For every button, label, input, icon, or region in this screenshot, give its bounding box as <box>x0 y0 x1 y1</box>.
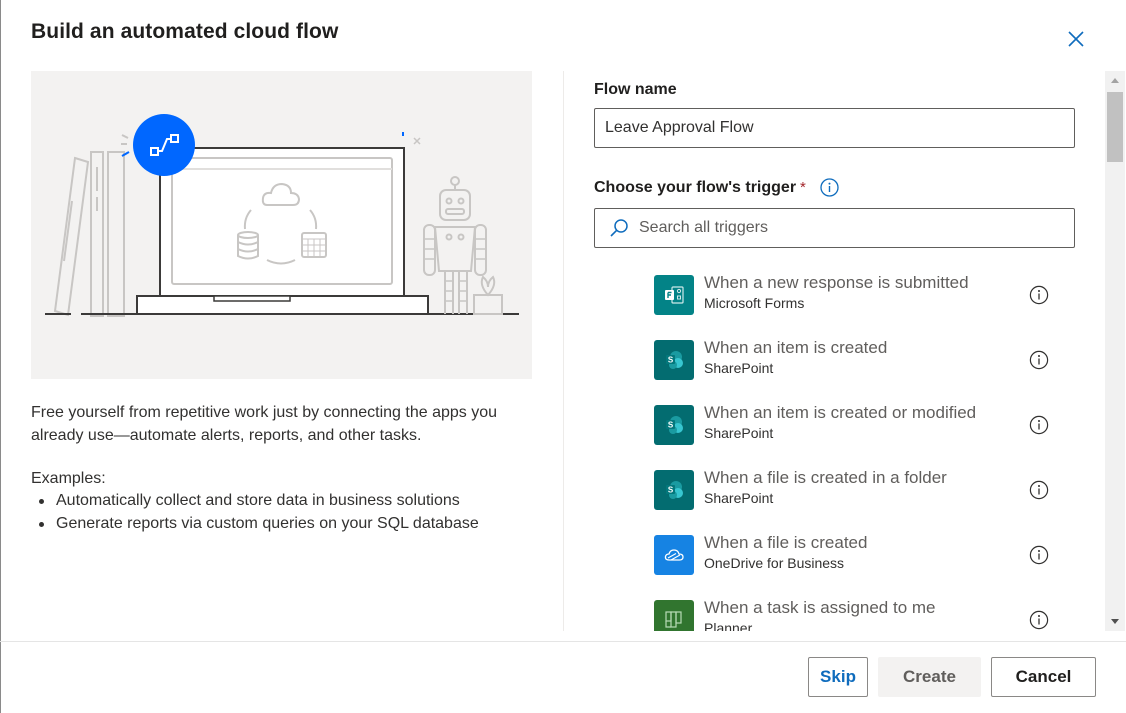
trigger-list: When a new response is submitted Microso… <box>654 269 1064 631</box>
footer-divider <box>0 641 1126 642</box>
trigger-connector: SharePoint <box>704 360 774 376</box>
trigger-info-button[interactable] <box>1029 285 1049 305</box>
create-button[interactable]: Create <box>878 657 981 697</box>
flow-name-label: Flow name <box>594 81 677 98</box>
trigger-info-button[interactable] <box>1029 610 1049 630</box>
close-button[interactable] <box>1062 26 1090 52</box>
trigger-info-button[interactable] <box>1029 415 1049 435</box>
sharepoint-icon: S <box>654 340 694 380</box>
description-text: Free yourself from repetitive work just … <box>31 404 497 444</box>
example-item: Generate reports via custom queries on y… <box>31 512 479 535</box>
trigger-connector: Planner <box>704 620 753 631</box>
trigger-search-box[interactable] <box>594 208 1075 248</box>
scroll-thumb[interactable] <box>1107 92 1123 162</box>
books-illustration <box>53 151 125 317</box>
planner-icon <box>654 600 694 631</box>
trigger-connector: SharePoint <box>704 425 774 441</box>
trigger-info-button[interactable] <box>1029 545 1049 565</box>
trigger-item[interactable]: When a file is created OneDrive for Busi… <box>654 529 1064 594</box>
trigger-label-text: Choose your flow's trigger <box>594 178 797 196</box>
trigger-title: When a file is created in a folder <box>704 468 947 487</box>
trigger-title: When an item is created <box>704 338 888 357</box>
dialog-title: Build an automated cloud flow <box>31 20 339 43</box>
info-icon <box>1029 350 1049 370</box>
trigger-title: When an item is created or modified <box>704 403 977 422</box>
trigger-connector: OneDrive for Business <box>704 555 845 571</box>
onedrive-icon <box>654 535 694 575</box>
robot-illustration <box>423 176 503 315</box>
scrollbar[interactable] <box>1105 71 1125 631</box>
svg-text:S: S <box>668 421 674 430</box>
trigger-item[interactable]: When a task is assigned to me Planner <box>654 594 1064 631</box>
trigger-search-input[interactable] <box>639 219 1059 237</box>
info-icon <box>1029 610 1049 630</box>
info-icon <box>1029 415 1049 435</box>
info-icon <box>1029 285 1049 305</box>
arrow-down-icon <box>1111 619 1119 624</box>
examples-list: Automatically collect and store data in … <box>31 489 479 535</box>
trigger-info-button[interactable] <box>820 178 839 197</box>
trigger-title: When a file is created <box>704 533 868 552</box>
trigger-info-button[interactable] <box>1029 350 1049 370</box>
trigger-item[interactable]: S When an item is created or modified Sh… <box>654 399 1064 464</box>
hero-illustration <box>31 71 532 379</box>
cancel-button[interactable]: Cancel <box>991 657 1096 697</box>
flow-name-input[interactable] <box>594 108 1075 148</box>
sharepoint-icon: S <box>654 405 694 445</box>
examples-label: Examples: <box>31 470 106 487</box>
trigger-item[interactable]: S When a file is created in a folder Sha… <box>654 464 1064 529</box>
trigger-connector: Microsoft Forms <box>704 295 805 311</box>
laptop-illustration <box>45 114 519 317</box>
info-icon <box>1029 545 1049 565</box>
svg-text:S: S <box>668 486 674 495</box>
required-marker: * <box>800 179 806 196</box>
form-pane: Flow name Choose your flow's trigger * W… <box>564 71 1104 631</box>
info-icon <box>1029 480 1049 500</box>
microsoft-forms-icon <box>654 275 694 315</box>
search-icon <box>610 219 628 237</box>
scroll-down-button[interactable] <box>1105 613 1125 631</box>
window-edge <box>0 0 1 713</box>
example-item: Automatically collect and store data in … <box>31 489 479 512</box>
trigger-connector: SharePoint <box>704 490 774 506</box>
trigger-info-button[interactable] <box>1029 480 1049 500</box>
skip-button[interactable]: Skip <box>808 657 868 697</box>
laptop-icon <box>136 147 429 315</box>
sharepoint-icon: S <box>654 470 694 510</box>
info-icon <box>820 178 839 197</box>
scroll-up-button[interactable] <box>1105 71 1125 89</box>
flow-connector-icon <box>121 114 195 176</box>
trigger-item[interactable]: S When an item is created SharePoint <box>654 334 1064 399</box>
arrow-up-icon <box>1111 78 1119 83</box>
trigger-title: When a task is assigned to me <box>704 598 936 617</box>
trigger-title: When a new response is submitted <box>704 273 969 292</box>
trigger-label: Choose your flow's trigger * <box>594 178 839 197</box>
svg-text:S: S <box>668 356 674 365</box>
close-icon <box>1068 31 1084 47</box>
trigger-item[interactable]: When a new response is submitted Microso… <box>654 269 1064 334</box>
